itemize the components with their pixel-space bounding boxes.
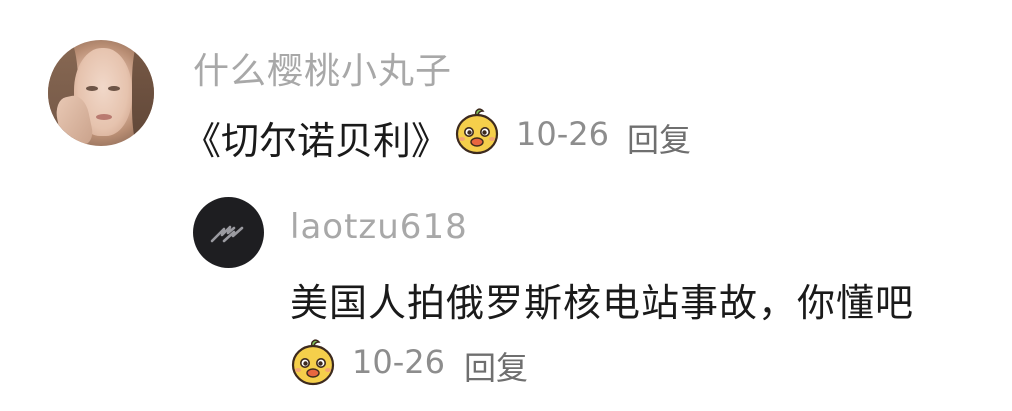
reply-text: 美国人拍俄罗斯核电站事故，你懂吧 xyxy=(290,281,915,325)
reply-timestamp: 10-26 xyxy=(352,343,445,381)
reply-username[interactable]: laotzu618 xyxy=(290,207,468,247)
reply-button[interactable]: 回复 xyxy=(627,115,691,161)
comment-username[interactable]: 什么樱桃小丸子 xyxy=(193,42,452,94)
comment-text: 《切尔诺贝利》 xyxy=(183,119,450,163)
reply-avatar[interactable] xyxy=(193,197,264,268)
lightning-bolt-icon xyxy=(210,225,243,242)
smiling-bean-emoji-icon xyxy=(455,108,499,155)
smiling-bean-emoji-icon xyxy=(291,339,335,386)
comment-timestamp: 10-26 xyxy=(516,115,609,153)
reply-reply-button[interactable]: 回复 xyxy=(464,343,528,389)
avatar[interactable] xyxy=(48,40,154,146)
comment-thread: 什么樱桃小丸子 《切尔诺贝利》 10-26 回复 laotzu618 美国人拍俄… xyxy=(0,0,1012,411)
